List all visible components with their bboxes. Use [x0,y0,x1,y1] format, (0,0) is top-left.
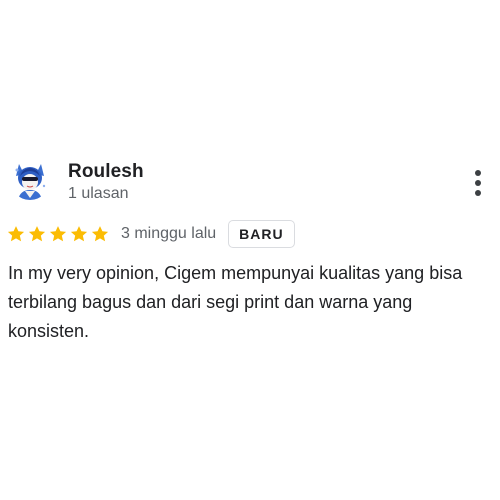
reviewer-name[interactable]: Roulesh [68,161,144,183]
more-options-button[interactable] [468,166,488,200]
review-date: 3 minggu lalu [121,225,217,242]
star-icon [6,224,26,244]
more-vert-icon-dot [475,190,481,196]
star-rating [6,224,111,244]
star-icon [27,224,47,244]
more-vert-icon [475,170,481,176]
new-badge: BARU [228,220,295,248]
review-text: In my very opinion, Cigem mempunyai kual… [8,263,463,341]
avatar-image [10,160,50,200]
star-icon [69,224,89,244]
more-vert-icon-dot [475,180,481,186]
reviewer-avatar[interactable] [10,160,50,200]
reviewer-review-count: 1 ulasan [68,185,129,202]
star-icon [90,224,110,244]
star-icon [48,224,68,244]
rating-row: 3 minggu lalu BARU [6,219,295,249]
review-card: Roulesh 1 ulasan 3 minggu lalu BARU In m… [0,0,500,500]
